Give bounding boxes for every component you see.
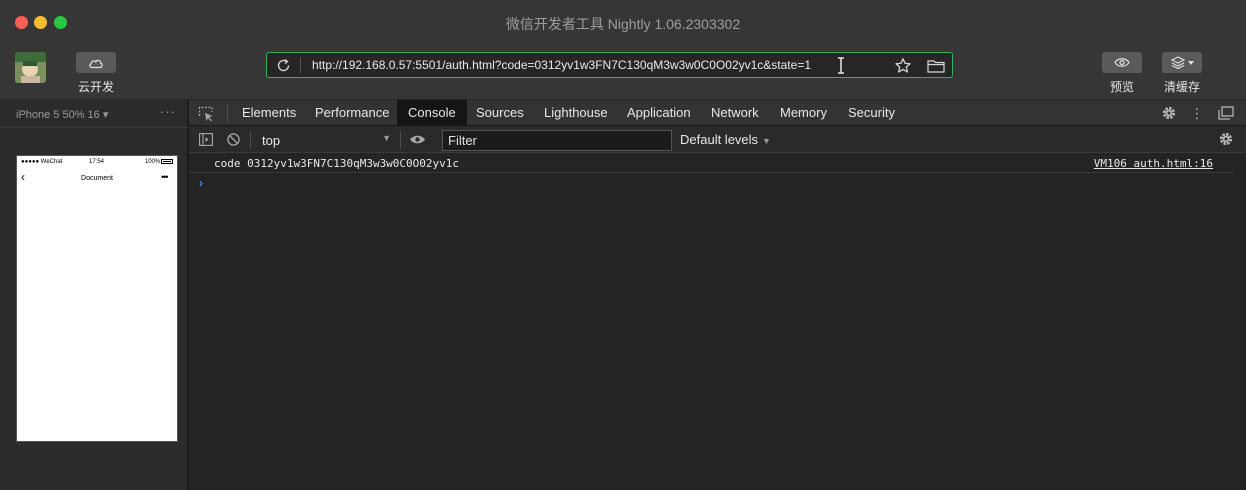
star-icon[interactable]	[894, 57, 912, 75]
status-time: 17:54	[89, 159, 105, 165]
tab-separator	[227, 104, 228, 122]
cloud-icon	[89, 59, 103, 68]
settings-gear-icon[interactable]	[1161, 105, 1177, 121]
tab-application[interactable]: Application	[627, 100, 691, 126]
context-value: top	[262, 133, 281, 148]
tab-performance[interactable]: Performance	[315, 100, 389, 126]
devtools-panel: Elements Performance Console Sources Lig…	[189, 100, 1246, 490]
phone-screen[interactable]: ●●●●● WeChat 17:54 100% ‹ Document •••	[16, 155, 178, 442]
capsule-menu-icon[interactable]: •••	[161, 172, 169, 182]
window-title: 微信开发者工具 Nightly 1.06.2303302	[505, 16, 741, 32]
text-cursor-icon	[838, 57, 844, 74]
phone-nav-title: Document	[81, 175, 113, 182]
clear-cache-button[interactable]	[1162, 52, 1202, 73]
layers-icon	[1170, 56, 1185, 69]
show-sidebar-icon[interactable]	[199, 133, 213, 146]
reload-icon[interactable]	[276, 58, 291, 73]
clear-cache-label[interactable]: 清缓存	[1158, 78, 1206, 95]
phone-nav-bar: ‹ Document •••	[17, 170, 177, 188]
tab-elements[interactable]: Elements	[242, 100, 296, 126]
avatar-image	[15, 52, 46, 83]
preview-label[interactable]: 预览	[1100, 78, 1144, 95]
battery-icon	[161, 159, 173, 164]
chevron-down-icon	[1187, 60, 1194, 65]
tab-lighthouse[interactable]: Lighthouse	[544, 100, 608, 126]
simulator-panel: iPhone 5 50% 16 ▾ ··· ●●●●● WeChat 17:54…	[0, 100, 188, 490]
title-bar: 微信开发者工具 Nightly 1.06.2303302	[0, 0, 1246, 44]
eye-icon	[1114, 58, 1130, 67]
live-expression-eye-icon[interactable]	[409, 134, 426, 145]
inspect-element-icon[interactable]	[198, 106, 214, 122]
undock-icon[interactable]	[1218, 106, 1234, 120]
chevron-down-icon: ▼	[762, 136, 771, 146]
console-message-row: code 0312yv1w3FN7C130qM3w3w0C0O02yv1c VM…	[189, 153, 1234, 173]
devtools-tab-bar: Elements Performance Console Sources Lig…	[189, 100, 1246, 126]
url-input[interactable]: http://192.168.0.57:5501/auth.html?code=…	[312, 58, 811, 72]
console-message-source-link[interactable]: VM106 auth.html:16	[1094, 157, 1213, 170]
simulator-header: iPhone 5 50% 16 ▾ ···	[0, 100, 188, 128]
tab-sources[interactable]: Sources	[476, 100, 524, 126]
avatar[interactable]	[15, 52, 46, 83]
clear-console-icon[interactable]	[227, 133, 240, 146]
console-separator	[250, 131, 251, 149]
folder-icon[interactable]	[927, 59, 945, 73]
console-message-text: code 0312yv1w3FN7C130qM3w3w0C0O02yv1c	[214, 157, 460, 170]
console-settings-gear-icon[interactable]	[1218, 131, 1234, 147]
more-options-icon[interactable]: ⋮	[1190, 104, 1204, 122]
phone-status-bar: ●●●●● WeChat 17:54 100%	[17, 158, 177, 167]
tab-security[interactable]: Security	[848, 100, 895, 126]
console-scrollbar[interactable]	[1234, 153, 1246, 490]
console-separator	[400, 131, 401, 149]
console-toolbar: top ▼ Default levels▼	[189, 126, 1246, 153]
log-levels-select[interactable]: Default levels ▼	[680, 132, 771, 147]
preview-button[interactable]	[1102, 52, 1142, 73]
cloud-dev-label[interactable]: 云开发	[74, 78, 118, 95]
chevron-down-icon: ▼	[382, 133, 391, 143]
tab-memory[interactable]: Memory	[780, 100, 827, 126]
console-prompt-icon[interactable]: ›	[199, 176, 203, 190]
toolbar: 云开发 http://192.168.0.57:5501/auth.html?c…	[0, 44, 1246, 100]
context-select[interactable]: top ▼	[256, 130, 394, 149]
simulator-more-button[interactable]: ···	[160, 104, 176, 119]
carrier-label: ●●●●● WeChat	[21, 159, 63, 165]
tab-network[interactable]: Network	[711, 100, 759, 126]
console-filter-input[interactable]	[442, 130, 672, 151]
device-select[interactable]: iPhone 5 50% 16 ▾	[16, 108, 108, 121]
cloud-dev-button[interactable]	[76, 52, 116, 73]
url-separator	[300, 57, 301, 73]
url-bar[interactable]: http://192.168.0.57:5501/auth.html?code=…	[266, 52, 953, 78]
log-levels-label: Default levels	[680, 132, 759, 147]
tab-console[interactable]: Console	[397, 100, 467, 126]
battery-label: 100%	[145, 159, 161, 165]
